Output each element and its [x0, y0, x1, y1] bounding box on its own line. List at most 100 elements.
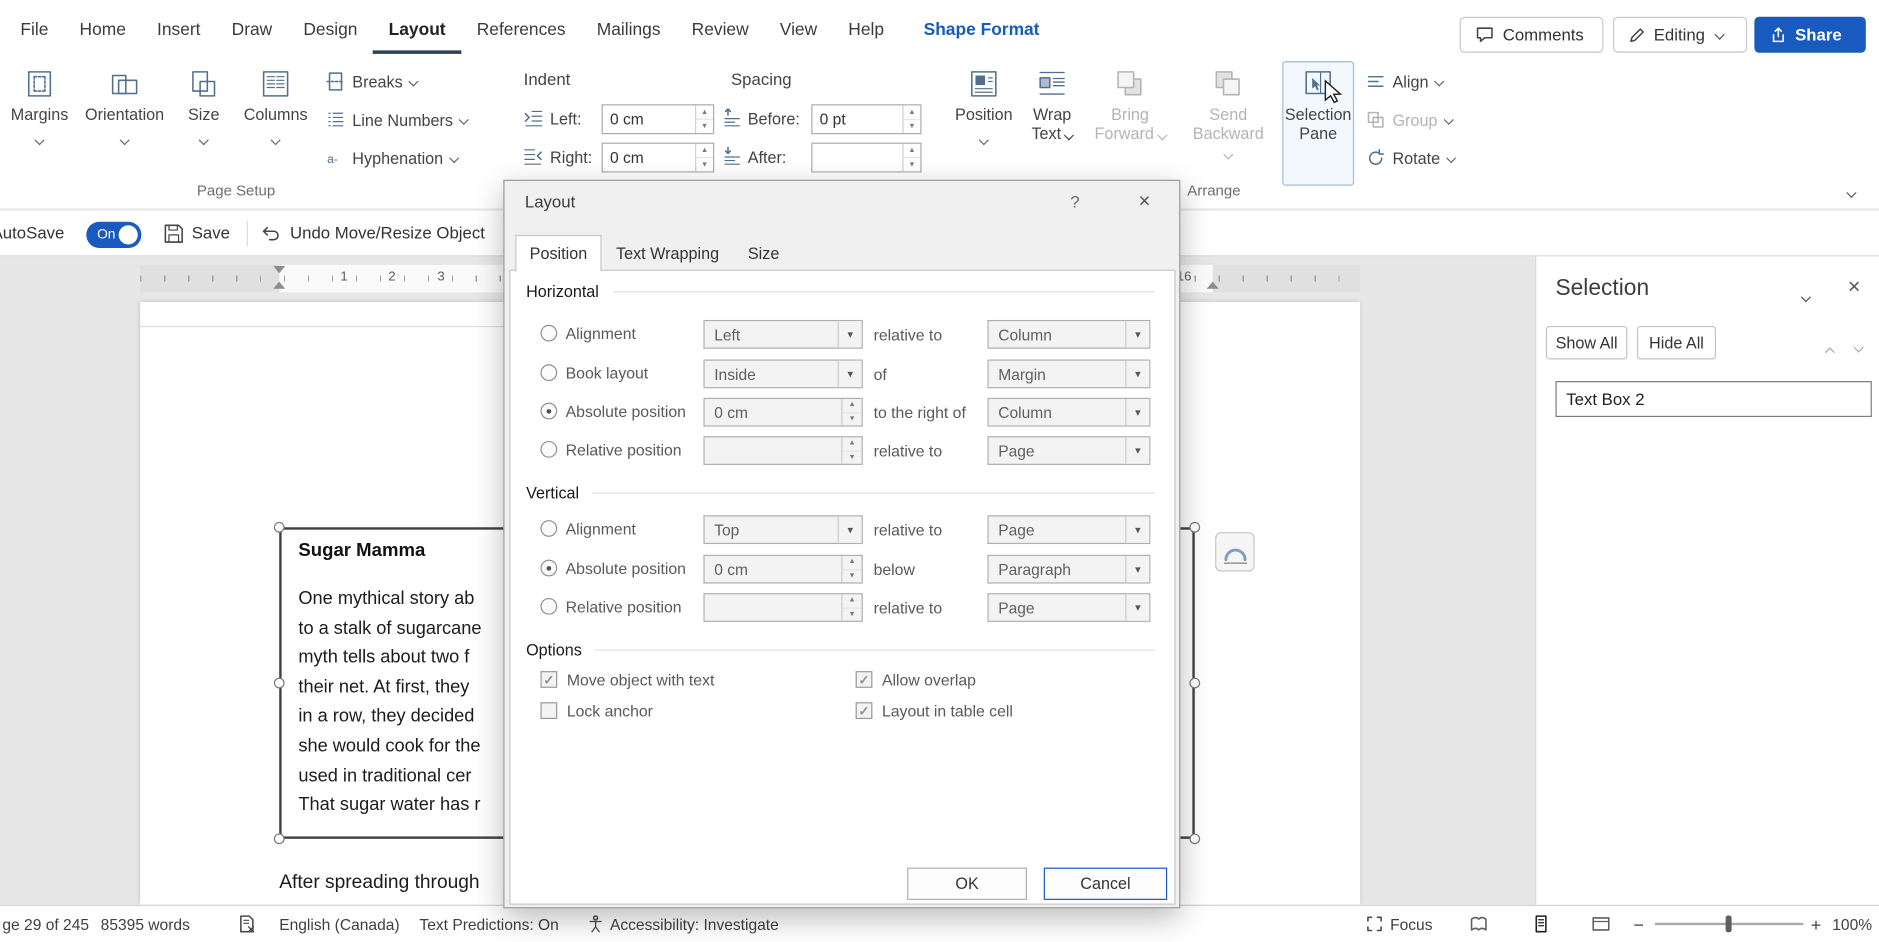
resize-handle-middle-left[interactable] [273, 677, 285, 689]
align-button[interactable]: Align [1366, 68, 1445, 94]
resize-handle-bottom-left[interactable] [273, 833, 285, 845]
h-alignment-relative-dropdown[interactable]: Column ▾ [987, 319, 1151, 349]
tab-insert[interactable]: Insert [141, 6, 216, 54]
spin-down-icon[interactable]: ▼ [904, 120, 921, 133]
v-absolute-position-spinner[interactable]: 0 cm ▲ ▼ [703, 554, 863, 584]
spin-up-icon[interactable]: ▲ [903, 144, 921, 159]
tab-references[interactable]: References [461, 6, 581, 54]
breaks-button[interactable]: Breaks [326, 68, 419, 94]
dropdown-arrow-icon[interactable]: ▾ [1125, 556, 1150, 583]
spin-up-icon[interactable]: ▲ [842, 594, 862, 609]
h-alignment-dropdown[interactable]: Left ▾ [703, 319, 863, 349]
print-layout-icon[interactable] [1531, 914, 1550, 933]
tab-draw[interactable]: Draw [216, 6, 288, 54]
h-book-layout-radio[interactable] [540, 364, 558, 382]
v-alignment-relative-dropdown[interactable]: Page ▾ [987, 515, 1151, 545]
v-relative-position-spinner[interactable]: ▲ ▼ [703, 593, 863, 622]
hyphenation-button[interactable]: a- Hyphenation [326, 145, 460, 171]
dropdown-arrow-icon[interactable]: ▾ [1125, 516, 1150, 543]
spin-down-icon[interactable]: ▼ [696, 120, 713, 133]
dropdown-arrow-icon[interactable]: ▾ [1125, 360, 1150, 388]
selection-pane-item[interactable]: Text Box 2 [1555, 381, 1872, 418]
dropdown-arrow-icon[interactable]: ▾ [1125, 594, 1150, 621]
share-button[interactable]: Share [1754, 16, 1866, 53]
tab-design[interactable]: Design [288, 6, 373, 54]
wrap-text-button[interactable]: Wrap Text [1021, 62, 1083, 187]
h-absolute-position-radio[interactable]: ● [540, 402, 558, 420]
h-book-layout-of-dropdown[interactable]: Margin ▾ [987, 359, 1151, 389]
save-label[interactable]: Save [192, 223, 230, 242]
show-all-button[interactable]: Show All [1545, 325, 1628, 360]
proofing-errors-icon[interactable] [237, 914, 256, 933]
h-absolute-relative-dropdown[interactable]: Column ▾ [987, 397, 1151, 427]
web-layout-icon[interactable] [1591, 914, 1610, 933]
word-count[interactable]: 85395 words [101, 916, 190, 934]
accessibility-status[interactable]: Accessibility: Investigate [610, 916, 779, 934]
first-line-indent-marker[interactable] [273, 266, 286, 274]
v-alignment-dropdown[interactable]: Top ▾ [703, 515, 863, 545]
editing-mode-button[interactable]: Editing [1612, 16, 1748, 53]
spin-down-icon[interactable]: ▼ [696, 158, 713, 171]
dropdown-arrow-icon[interactable]: ▾ [1125, 437, 1150, 464]
save-icon[interactable] [163, 223, 185, 245]
spin-up-icon[interactable]: ▲ [696, 105, 714, 120]
inline-picture-icon[interactable] [1215, 532, 1255, 572]
lock-anchor-checkbox[interactable] [540, 702, 558, 720]
text-predictions-indicator[interactable]: Text Predictions: On [419, 916, 558, 934]
dialog-tab-text-wrapping[interactable]: Text Wrapping [602, 235, 734, 271]
resize-handle-top-left[interactable] [273, 521, 285, 533]
undo-icon[interactable] [259, 223, 281, 245]
comments-button[interactable]: Comments [1459, 16, 1604, 53]
move-up-icon[interactable] [1824, 340, 1835, 362]
allow-overlap-checkbox[interactable]: ✓ [855, 671, 873, 688]
tab-home[interactable]: Home [64, 6, 142, 54]
right-indent-marker[interactable] [1206, 281, 1219, 289]
resize-handle-bottom-right[interactable] [1189, 833, 1201, 845]
h-book-layout-dropdown[interactable]: Inside ▾ [703, 359, 863, 389]
tab-mailings[interactable]: Mailings [581, 6, 676, 54]
line-numbers-button[interactable]: Line Numbers [326, 107, 469, 133]
tab-help[interactable]: Help [833, 6, 900, 54]
dropdown-arrow-icon[interactable]: ▾ [837, 516, 862, 543]
tab-layout[interactable]: Layout [373, 6, 461, 54]
indent-right-input[interactable]: 0 cm ▲ ▼ [601, 142, 715, 173]
position-button[interactable]: Position [953, 62, 1015, 187]
spin-up-icon[interactable]: ▲ [903, 105, 921, 120]
undo-label[interactable]: Undo Move/Resize Object [290, 223, 485, 242]
columns-button[interactable]: Columns [237, 62, 314, 187]
resize-handle-top-right[interactable] [1189, 521, 1201, 533]
ok-button[interactable]: OK [907, 867, 1027, 900]
autosave-toggle[interactable]: On [86, 221, 142, 249]
zoom-slider-thumb[interactable] [1725, 915, 1732, 933]
dialog-help-icon[interactable]: ? [1063, 192, 1087, 211]
h-relative-relative-dropdown[interactable]: Page ▾ [987, 436, 1151, 465]
move-object-with-text-checkbox[interactable]: ✓ [540, 671, 558, 688]
resize-handle-middle-right[interactable] [1189, 677, 1201, 689]
h-relative-position-radio[interactable] [540, 440, 558, 458]
pane-chevron-down-icon[interactable] [1800, 285, 1811, 307]
margins-button[interactable]: Margins [7, 62, 72, 187]
pane-close-icon[interactable]: × [1848, 274, 1861, 299]
language-indicator[interactable]: English (Canada) [279, 916, 399, 934]
h-absolute-position-spinner[interactable]: 0 cm ▲ ▼ [703, 397, 863, 427]
tab-view[interactable]: View [764, 6, 833, 54]
size-button[interactable]: Size [177, 62, 230, 187]
spacing-before-input[interactable]: 0 pt ▲ ▼ [811, 104, 922, 135]
h-relative-position-spinner[interactable]: ▲ ▼ [703, 436, 863, 465]
v-alignment-radio[interactable] [540, 520, 558, 537]
tab-shape-format[interactable]: Shape Format [908, 6, 1055, 54]
v-absolute-position-radio[interactable]: ● [540, 559, 558, 577]
zoom-percentage[interactable]: 100% [1832, 916, 1872, 934]
spin-up-icon[interactable]: ▲ [842, 556, 862, 570]
layout-in-table-cell-checkbox[interactable]: ✓ [855, 702, 873, 720]
dialog-close-icon[interactable]: × [1125, 186, 1163, 217]
spin-up-icon[interactable]: ▲ [842, 437, 862, 452]
read-mode-icon[interactable] [1469, 914, 1488, 933]
tab-file[interactable]: File [5, 6, 64, 54]
dialog-tab-position[interactable]: Position [515, 234, 602, 273]
orientation-button[interactable]: Orientation [79, 62, 170, 187]
v-relative-position-radio[interactable] [540, 597, 558, 615]
hanging-indent-marker[interactable] [273, 281, 286, 289]
spin-down-icon[interactable]: ▼ [842, 413, 861, 426]
move-down-icon[interactable] [1853, 336, 1864, 358]
